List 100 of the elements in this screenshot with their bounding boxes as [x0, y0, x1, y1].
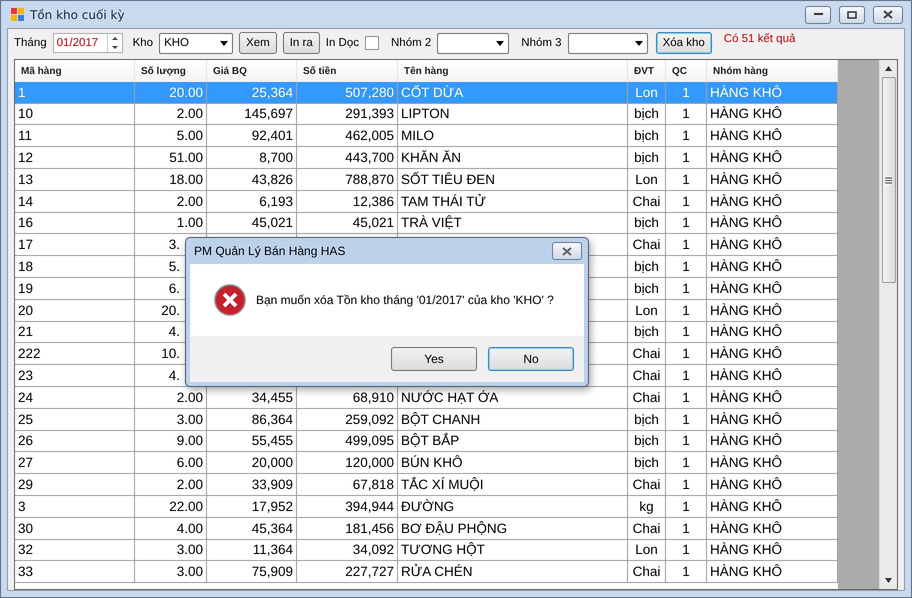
table-cell: 1 [682, 433, 690, 448]
table-cell: HÀNG KHÔ [710, 150, 782, 166]
table-cell: HÀNG KHÔ [710, 194, 782, 209]
table-cell: 2.00 [176, 106, 203, 122]
table-cell: 3. [168, 237, 180, 252]
table-cell: 3 [18, 498, 26, 514]
table-cell: 11,364 [252, 542, 293, 558]
table-cell: bịch [634, 324, 659, 340]
table-cell: 1 [682, 324, 690, 340]
group3-label: Nhóm 3 [521, 37, 562, 49]
table-cell: SỐT TIÊU ĐEN [401, 172, 496, 187]
table-cell: NƯỚC HẠT ỚA [401, 390, 498, 405]
table-cell: 1 [682, 368, 690, 384]
table-cell: 507,280 [345, 84, 394, 100]
table-cell: 291,393 [345, 106, 394, 122]
table-cell: 3.00 [176, 542, 203, 558]
table-cell: CỐT DỪA [401, 84, 464, 100]
table-cell: 29 [18, 477, 34, 492]
table-cell: 4. [168, 368, 180, 384]
table-cell: 1 [682, 542, 690, 558]
table-cell: HÀNG KHÔ [710, 564, 782, 580]
table-cell: 1 [682, 259, 690, 274]
table-cell: bịch [634, 259, 659, 274]
table-cell: 181,456 [345, 520, 394, 536]
table-cell: 20. [161, 302, 180, 318]
table-cell: bịch [634, 106, 659, 122]
table-cell: 3.00 [176, 412, 203, 427]
table-cell: 6.00 [176, 455, 203, 470]
table-cell: Chai [632, 520, 660, 536]
table-cell: HÀNG KHÔ [710, 368, 782, 384]
table-cell: HÀNG KHÔ [710, 324, 782, 340]
table-cell: Chai [632, 368, 660, 384]
table-cell: 145,697 [244, 106, 293, 122]
table-cell: 20.00 [169, 84, 203, 100]
table-cell: 1 [682, 150, 690, 166]
table-cell: 6. [168, 280, 180, 296]
table-cell: 30 [18, 520, 34, 536]
table-cell: 45,364 [252, 520, 293, 536]
table-cell: HÀNG KHÔ [710, 128, 782, 144]
table-cell: KHĂN ĂN [401, 150, 462, 166]
table-cell: Chai [632, 346, 660, 362]
table-cell: 18.00 [169, 172, 203, 187]
table-cell: 10 [18, 106, 34, 122]
table-cell: 6,193 [259, 194, 293, 209]
table-cell: BỘT CHANH [401, 412, 480, 427]
table-cell: 120,000 [345, 455, 394, 470]
table-cell: 75,909 [252, 564, 293, 580]
table-cell: LIPTON [401, 106, 450, 122]
table-cell: 51.00 [169, 150, 203, 166]
table-cell: 25,364 [252, 84, 293, 100]
table-cell: 33 [18, 564, 34, 580]
table-cell: 443,700 [345, 150, 394, 166]
table-cell: 1 [682, 128, 690, 144]
table-cell: HÀNG KHÔ [710, 477, 782, 492]
table-cell: 499,095 [345, 433, 394, 448]
table-cell: HÀNG KHÔ [710, 412, 782, 427]
table-cell: 21 [18, 324, 34, 340]
table-cell: BƠ ĐẬU PHỘNG [401, 520, 508, 536]
table-cell: 1 [682, 498, 690, 514]
table-cell: 26 [18, 433, 34, 448]
table-cell: 1 [682, 194, 690, 209]
table-cell: 1.00 [176, 215, 203, 230]
table-cell: Lon [635, 302, 658, 318]
window-title: Tồn kho cuối kỳ [30, 8, 126, 22]
table-cell: 45,021 [352, 215, 394, 230]
table-cell: kg [639, 498, 654, 514]
table-cell: 20 [18, 302, 34, 318]
table-cell: TRÀ VIỆT [401, 215, 462, 230]
table-cell: 1 [682, 172, 690, 187]
table-cell: HÀNG KHÔ [710, 498, 782, 514]
table-cell: 1 [682, 84, 690, 100]
table-cell: 86,364 [252, 412, 293, 427]
table-cell: RỬA CHÉN [401, 564, 473, 580]
table-cell: HÀNG KHÔ [710, 542, 782, 558]
result-count: Có 51 kết quả [724, 33, 796, 45]
table-cell: HÀNG KHÔ [710, 237, 782, 252]
table-cell: 9.00 [176, 433, 203, 448]
table-cell: Lon [635, 172, 658, 187]
table-cell: 22.00 [169, 498, 203, 514]
table-cell: Chai [632, 477, 660, 492]
table-cell: 33,909 [252, 477, 293, 492]
table-cell: 788,870 [345, 172, 394, 187]
table-cell: 8,700 [259, 150, 293, 166]
table-cell: HÀNG KHÔ [710, 302, 782, 318]
table-cell: 3.00 [176, 564, 203, 580]
table-cell: 34,092 [352, 542, 394, 558]
table-cell: 17,952 [252, 498, 293, 514]
table-cell: 2.00 [176, 194, 203, 209]
table-cell: 27 [18, 455, 34, 470]
table-cell: 14 [18, 194, 34, 209]
table-cell: 12 [18, 150, 34, 166]
table-cell: 1 [682, 390, 690, 405]
table-cell: 19 [18, 280, 34, 296]
table-cell: 1 [682, 237, 690, 252]
table-cell: HÀNG KHÔ [710, 390, 782, 405]
table-cell: 13 [18, 172, 34, 187]
table-cell: bịch [634, 215, 659, 230]
table-cell: 2.00 [176, 477, 203, 492]
table-cell: HÀNG KHÔ [710, 433, 782, 448]
table-cell: HÀNG KHÔ [710, 215, 782, 230]
